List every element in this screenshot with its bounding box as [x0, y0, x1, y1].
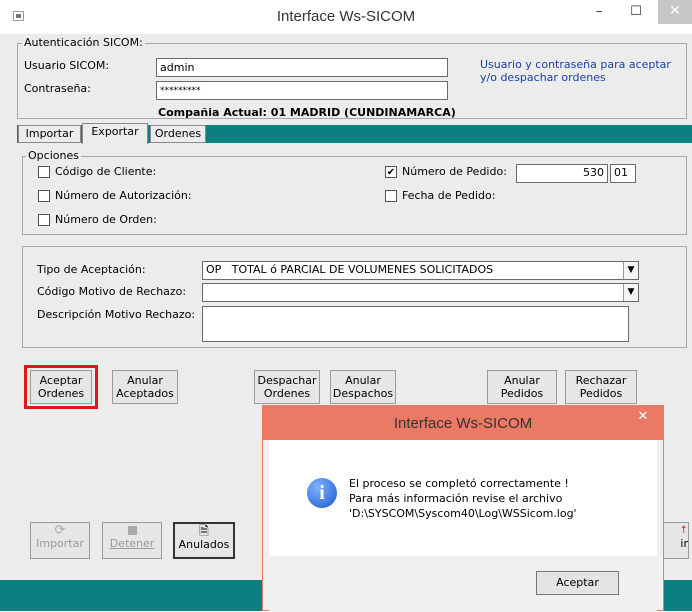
- anulados-button[interactable]: 🗎 Anulados: [173, 522, 235, 559]
- aceptar-ordenes-button[interactable]: Aceptar Ordenes: [30, 370, 92, 404]
- dropdown-arrow-icon[interactable]: ▼: [623, 262, 638, 279]
- dialog-footer: Aceptar: [269, 556, 657, 612]
- descripcion-rechazo-label: Descripción Motivo Rechazo:: [37, 308, 196, 321]
- anular-aceptados-button[interactable]: Anular Aceptados: [112, 370, 178, 404]
- numero-orden-checkbox[interactable]: [38, 214, 50, 226]
- stop-icon: [127, 526, 137, 535]
- numero-pedido-label: Número de Pedido:: [402, 165, 507, 178]
- pedido-suffix-field[interactable]: 01: [610, 164, 636, 183]
- dialog-close-button[interactable]: ✕: [625, 406, 661, 428]
- dialog-message-line2: Para más información revise el archivo: [349, 492, 563, 505]
- dialog-title-bar: Interface Ws-SICOM ✕: [263, 406, 663, 440]
- auth-group-title: Autenticación SICOM:: [22, 36, 145, 49]
- user-input[interactable]: [156, 58, 448, 77]
- rechazar-pedidos-button[interactable]: Rechazar Pedidos: [565, 370, 637, 404]
- motivo-rechazo-select[interactable]: ▼: [202, 283, 639, 302]
- tipo-aceptacion-label: Tipo de Aceptación:: [37, 263, 146, 276]
- codigo-cliente-label: Código de Cliente:: [55, 165, 157, 178]
- detener-button[interactable]: Detener: [102, 522, 162, 559]
- import-icon: ⟳: [54, 523, 66, 538]
- auth-hint: Usuario y contraseña para aceptar y/o de…: [480, 58, 671, 84]
- options-group-title: Opciones: [26, 149, 81, 162]
- numero-autorizacion-checkbox[interactable]: [38, 190, 50, 202]
- numero-autorizacion-label: Número de Autorización:: [55, 189, 192, 202]
- fecha-pedido-label: Fecha de Pedido:: [402, 189, 496, 202]
- dialog-message-line3: 'D:\SYSCOM\Syscom40\Log\WSSicom.log': [349, 507, 577, 520]
- dialog-ok-button[interactable]: Aceptar: [536, 571, 619, 595]
- tipo-aceptacion-select[interactable]: OP TOTAL ó PARCIAL DE VOLUMENES SOLICITA…: [202, 261, 639, 280]
- dialog-message-line1: El proceso se completó correctamente !: [349, 477, 569, 490]
- company-label: Compañia Actual: 01 MADRID (CUNDINAMARCA…: [158, 106, 456, 119]
- numero-pedido-checkbox[interactable]: ✔: [385, 166, 397, 178]
- title-bar: Interface Ws-SICOM – ☐ ✕: [0, 0, 692, 34]
- close-button[interactable]: ✕: [658, 0, 692, 24]
- numero-orden-label: Número de Orden:: [55, 213, 157, 226]
- tab-importar[interactable]: Importar: [18, 125, 81, 143]
- pedido-number-field[interactable]: 530: [516, 164, 608, 183]
- main-window: Interface Ws-SICOM – ☐ ✕ Autenticación S…: [0, 0, 692, 612]
- fecha-pedido-checkbox[interactable]: [385, 190, 397, 202]
- document-icon: 🗎: [199, 524, 209, 538]
- message-dialog: Interface Ws-SICOM ✕ i El proceso se com…: [262, 405, 664, 612]
- maximize-button[interactable]: ☐: [620, 0, 652, 24]
- tab-ordenes[interactable]: Ordenes: [150, 125, 206, 143]
- codigo-cliente-checkbox[interactable]: [38, 166, 50, 178]
- password-label: Contraseña:: [24, 82, 91, 95]
- password-input[interactable]: [156, 81, 448, 100]
- anular-pedidos-button[interactable]: Anular Pedidos: [487, 370, 557, 404]
- minimize-button[interactable]: –: [583, 0, 615, 24]
- tab-exportar[interactable]: Exportar: [82, 123, 148, 144]
- importar-button[interactable]: ⟳ Importar: [30, 522, 90, 559]
- anular-despachos-button[interactable]: Anular Despachos: [330, 370, 396, 404]
- dropdown-arrow-icon[interactable]: ▼: [623, 284, 638, 301]
- tipo-aceptacion-value: OP TOTAL ó PARCIAL DE VOLUMENES SOLICITA…: [206, 263, 494, 276]
- descripcion-rechazo-textarea[interactable]: [202, 306, 629, 342]
- dialog-title: Interface Ws-SICOM: [393, 415, 533, 432]
- motivo-rechazo-label: Código Motivo de Rechazo:: [37, 285, 187, 298]
- despachar-ordenes-button[interactable]: Despachar Ordenes: [254, 370, 320, 404]
- info-icon: i: [307, 478, 337, 508]
- user-label: Usuario SICOM:: [24, 59, 110, 72]
